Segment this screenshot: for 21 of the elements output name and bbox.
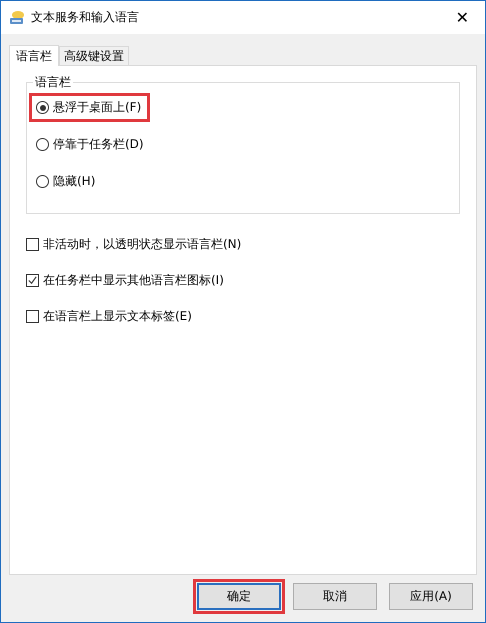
checkbox[interactable] bbox=[26, 310, 39, 322]
dialog-button[interactable]: 取消 bbox=[293, 583, 377, 610]
radio-option[interactable]: 隐藏(H) bbox=[29, 167, 104, 196]
radio-button[interactable] bbox=[36, 138, 49, 151]
group-title: 语言栏 bbox=[33, 74, 73, 91]
tab[interactable]: 语言栏 bbox=[9, 45, 59, 66]
tab[interactable]: 高级键设置 bbox=[59, 46, 129, 65]
radio-button[interactable] bbox=[36, 175, 49, 188]
close-button[interactable]: ✕ bbox=[448, 8, 477, 27]
checkbox[interactable] bbox=[26, 274, 39, 286]
radio-button[interactable] bbox=[36, 101, 49, 114]
dialog-button[interactable]: 确定 bbox=[197, 583, 281, 610]
checkbox-option[interactable]: 非活动时，以透明状态显示语言栏(N) bbox=[26, 226, 460, 262]
radio-option[interactable]: 停靠于任务栏(D) bbox=[29, 130, 153, 159]
window-title: 文本服务和输入语言 bbox=[31, 9, 140, 26]
checkbox-option[interactable]: 在任务栏中显示其他语言栏图标(I) bbox=[26, 262, 460, 298]
dialog-button[interactable]: 应用(A) bbox=[389, 583, 473, 610]
keyboard-icon bbox=[9, 10, 25, 26]
checkbox-option[interactable]: 在语言栏上显示文本标签(E) bbox=[26, 298, 460, 334]
checkbox[interactable] bbox=[26, 238, 39, 250]
radio-option[interactable]: 悬浮于桌面上(F) bbox=[29, 93, 150, 122]
